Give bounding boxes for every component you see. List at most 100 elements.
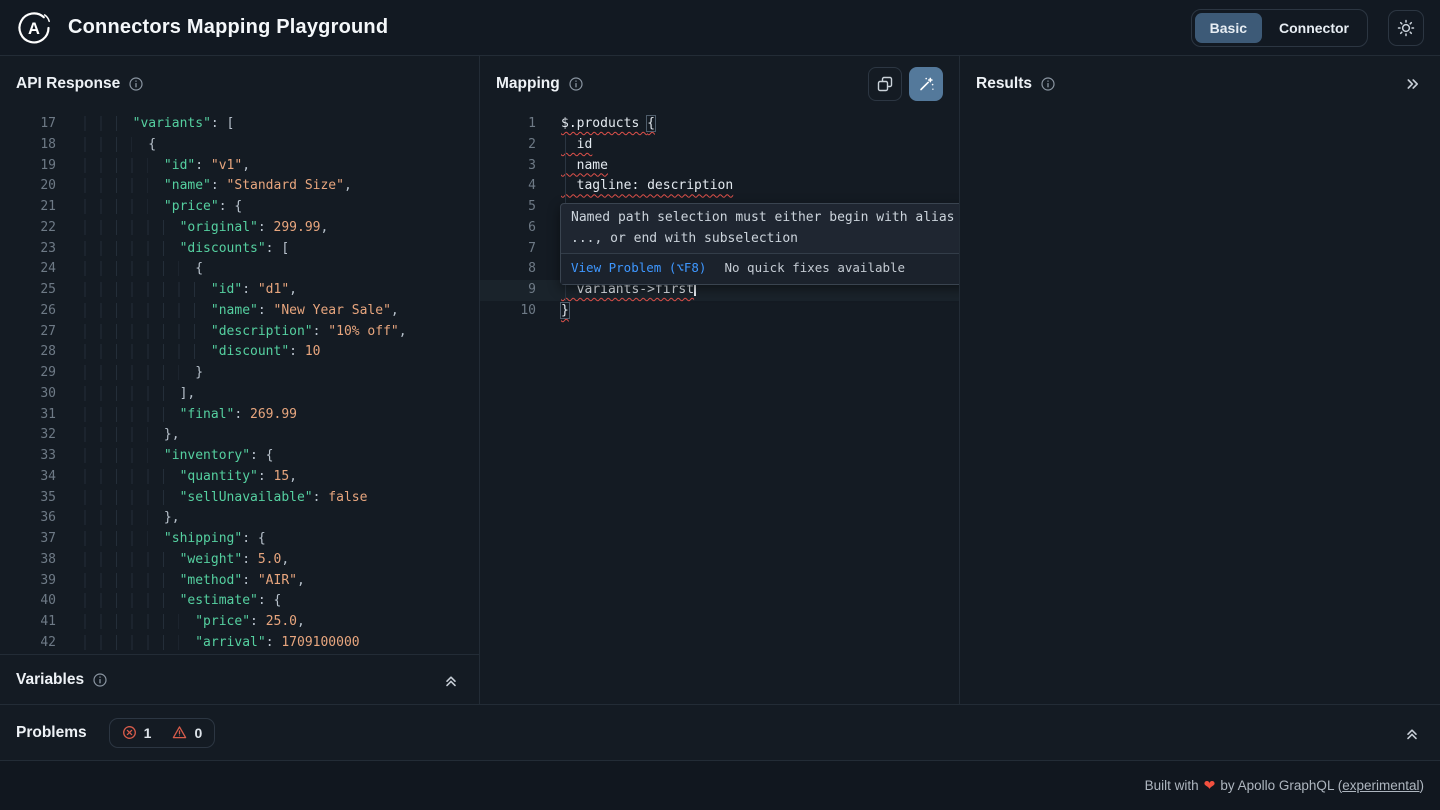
line-content: }, — [56, 425, 180, 446]
code-line[interactable]: 18 { — [0, 135, 479, 156]
code-token — [70, 427, 164, 442]
code-token: : { — [258, 593, 281, 608]
code-token: "name" — [211, 303, 258, 318]
code-line[interactable]: 4 tagline: description — [480, 176, 959, 197]
info-icon[interactable] — [93, 673, 107, 687]
line-content: "id": "v1", — [56, 156, 250, 177]
code-token: : — [250, 614, 266, 629]
sun-icon — [1397, 19, 1415, 37]
code-line[interactable]: 38 "weight": 5.0, — [0, 550, 479, 571]
code-line[interactable]: 17 "variants": [ — [0, 114, 479, 135]
code-token: "quantity" — [180, 469, 258, 484]
line-content — [536, 259, 561, 280]
line-content: "discounts": [ — [56, 239, 289, 260]
code-token: "price" — [195, 614, 250, 629]
code-line[interactable]: 26 "name": "New Year Sale", — [0, 301, 479, 322]
code-line[interactable]: 31 "final": 269.99 — [0, 405, 479, 426]
line-content: { — [56, 259, 203, 280]
line-content: "method": "AIR", — [56, 571, 305, 592]
problems-bar: Problems 1 0 — [0, 704, 1440, 760]
line-number: 6 — [480, 218, 536, 239]
api-response-panel: API Response 17 "variants": [18 {19 "id"… — [0, 56, 480, 704]
experimental-link[interactable]: experimental — [1342, 778, 1419, 793]
code-line[interactable]: 37 "shipping": { — [0, 529, 479, 550]
mode-basic-button[interactable]: Basic — [1195, 13, 1262, 43]
line-number: 25 — [0, 280, 56, 301]
code-line[interactable]: 2 id — [480, 135, 959, 156]
code-line[interactable]: 30 ], — [0, 384, 479, 405]
code-token: : — [258, 220, 274, 235]
code-token: "Standard Size" — [227, 178, 344, 193]
mode-connector-button[interactable]: Connector — [1264, 13, 1364, 43]
code-line[interactable]: 28 "discount": 10 — [0, 342, 479, 363]
code-line[interactable]: 3 name — [480, 156, 959, 177]
code-line[interactable]: 1$.products { — [480, 114, 959, 135]
error-hover-tooltip: Named path selection must either begin w… — [560, 203, 959, 285]
code-line[interactable]: 42 "arrival": 1709100000 — [0, 633, 479, 654]
copy-icon — [876, 75, 894, 93]
line-content: "variants": [ — [56, 114, 234, 135]
code-token: "10% off" — [328, 324, 398, 339]
code-token — [70, 490, 180, 505]
copy-mapping-button[interactable] — [868, 67, 902, 101]
svg-text:A: A — [28, 20, 40, 38]
code-token: ], — [180, 386, 196, 401]
line-content: "price": { — [56, 197, 242, 218]
line-content: } — [56, 363, 203, 384]
code-line[interactable]: 41 "price": 25.0, — [0, 612, 479, 633]
code-line[interactable]: 34 "quantity": 15, — [0, 467, 479, 488]
code-line[interactable]: 22 "original": 299.99, — [0, 218, 479, 239]
magic-fix-button[interactable] — [909, 67, 943, 101]
code-token: , — [399, 324, 407, 339]
code-token — [70, 614, 195, 629]
line-number: 35 — [0, 488, 56, 509]
code-line[interactable]: 35 "sellUnavailable": false — [0, 488, 479, 509]
info-icon[interactable] — [569, 77, 583, 91]
problems-count-badge[interactable]: 1 0 — [109, 718, 216, 748]
code-line[interactable]: 36 }, — [0, 508, 479, 529]
code-line[interactable]: 39 "method": "AIR", — [0, 571, 479, 592]
code-token: "inventory" — [164, 448, 250, 463]
chevron-double-right-icon — [1404, 76, 1420, 92]
code-line[interactable]: 33 "inventory": { — [0, 446, 479, 467]
code-token: "weight" — [180, 552, 243, 567]
code-token: } — [195, 365, 203, 380]
line-content: "price": 25.0, — [56, 612, 305, 633]
code-line[interactable]: 24 { — [0, 259, 479, 280]
view-problem-link[interactable]: View Problem (⌥F8) — [571, 258, 706, 279]
code-token: : { — [250, 448, 273, 463]
code-token — [70, 386, 180, 401]
code-line[interactable]: 20 "name": "Standard Size", — [0, 176, 479, 197]
variables-collapse-button[interactable] — [439, 668, 463, 692]
info-icon[interactable] — [129, 77, 143, 91]
line-content: "description": "10% off", — [56, 322, 407, 343]
code-line[interactable]: 25 "id": "d1", — [0, 280, 479, 301]
code-token: : — [258, 303, 274, 318]
api-response-editor[interactable]: 17 "variants": [18 {19 "id": "v1",20 "na… — [0, 112, 479, 654]
code-line[interactable]: 27 "description": "10% off", — [0, 322, 479, 343]
code-token — [70, 324, 211, 339]
code-token: "id" — [164, 158, 195, 173]
line-content: name — [536, 156, 608, 177]
mapping-editor[interactable]: 1$.products {2 id3 name4 tagline: descri… — [480, 112, 959, 704]
results-collapse-button[interactable] — [1400, 72, 1424, 96]
code-line[interactable]: 32 }, — [0, 425, 479, 446]
problems-collapse-button[interactable] — [1400, 721, 1424, 745]
mapping-panel: Mapping — [480, 56, 960, 704]
code-line[interactable]: 21 "price": { — [0, 197, 479, 218]
line-number: 39 — [0, 571, 56, 592]
code-token: : — [258, 469, 274, 484]
warning-count: 0 — [194, 725, 202, 741]
code-line[interactable]: 29 } — [0, 363, 479, 384]
code-token: "method" — [180, 573, 243, 588]
info-icon[interactable] — [1041, 77, 1055, 91]
main-panels: API Response 17 "variants": [18 {19 "id"… — [0, 56, 1440, 704]
code-line[interactable]: 19 "id": "v1", — [0, 156, 479, 177]
code-line[interactable]: 23 "discounts": [ — [0, 239, 479, 260]
theme-toggle-button[interactable] — [1388, 10, 1424, 46]
code-line[interactable]: 10} — [480, 301, 959, 322]
code-token: "original" — [180, 220, 258, 235]
code-token — [70, 344, 211, 359]
code-token: "name" — [164, 178, 211, 193]
code-line[interactable]: 40 "estimate": { — [0, 591, 479, 612]
